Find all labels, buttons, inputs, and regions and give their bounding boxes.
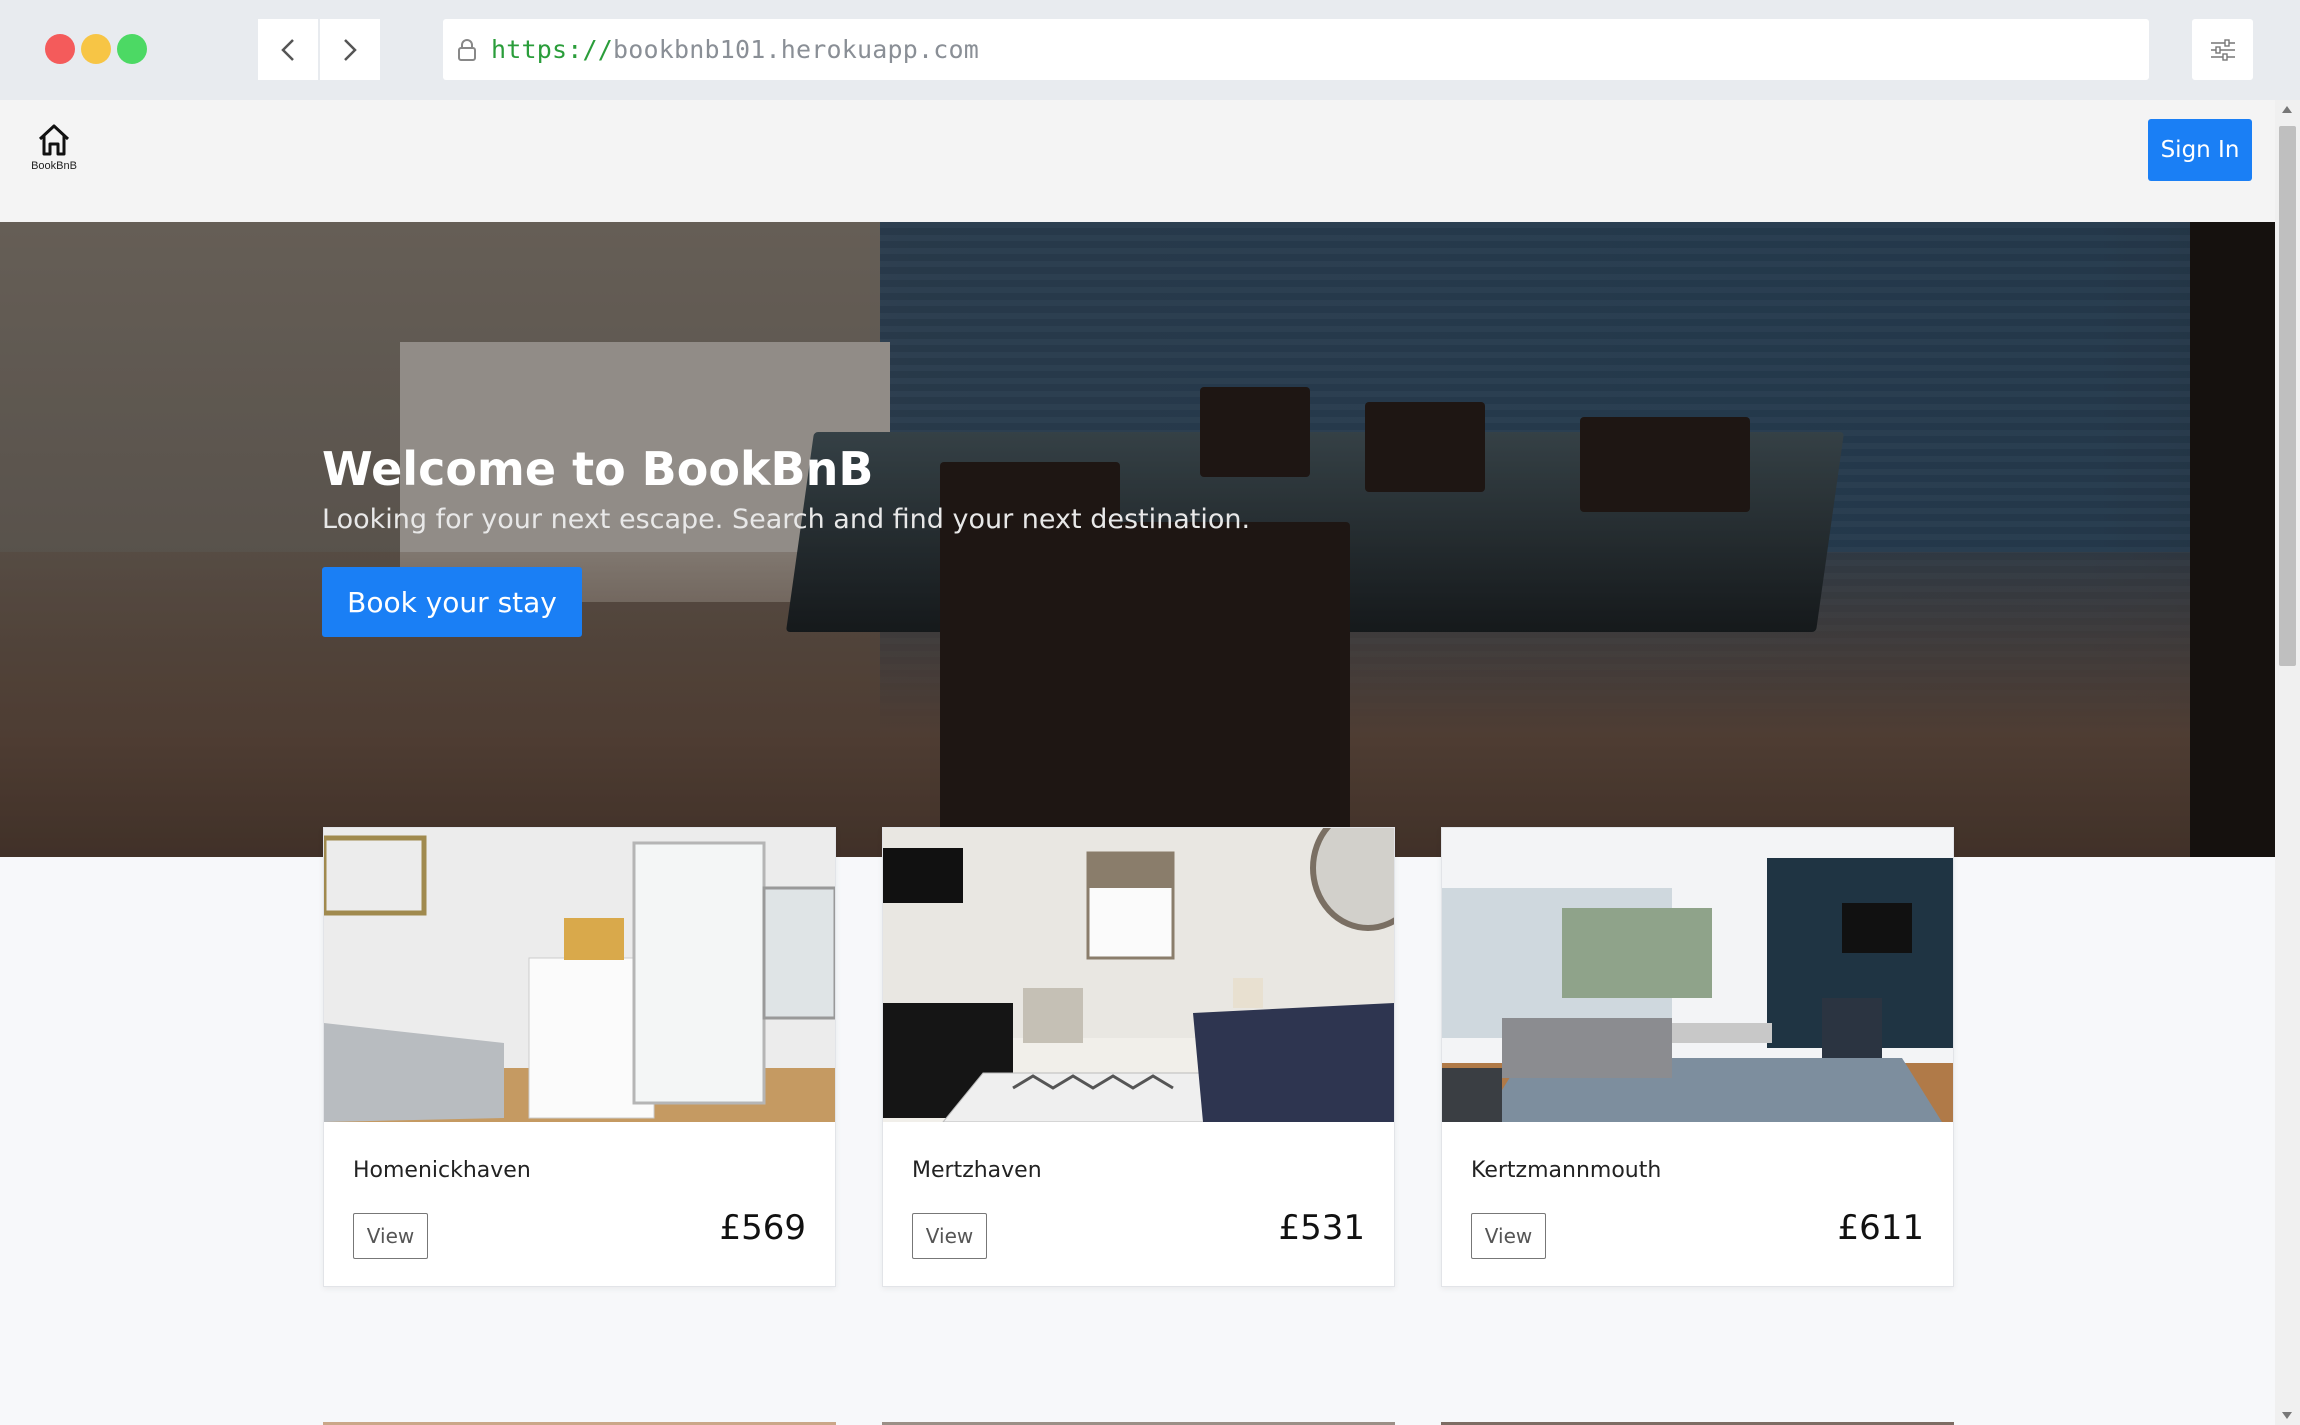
scrollbar-thumb[interactable] [2279,126,2296,666]
chevron-left-icon [281,38,294,61]
listing-name[interactable]: Kertzmannmouth [1471,1158,1661,1183]
hero-subtitle: Looking for your next escape. Search and… [322,504,1251,535]
site-header: BookBnB Sign In [0,100,2275,222]
scroll-down-arrow-icon[interactable] [2282,1412,2292,1419]
lock-icon [458,38,476,61]
book-your-stay-button[interactable]: Book your stay [322,567,582,637]
sign-in-button[interactable]: Sign In [2148,119,2252,181]
address-bar[interactable]: https://bookbnb101.herokuapp.com [443,19,2149,80]
logo[interactable]: BookBnB [28,122,80,178]
listing-card: Kertzmannmouth View £611 [1441,827,1954,1287]
hero-banner: Welcome to BookBnB Looking for your next… [0,222,2275,857]
listing-image[interactable] [324,828,835,1122]
minimize-window-button[interactable] [81,34,111,64]
listing-name[interactable]: Homenickhaven [353,1158,531,1183]
listing-image[interactable] [1442,828,1953,1122]
listing-card: Mertzhaven View £531 [882,827,1395,1287]
sliders-icon [2210,38,2235,61]
listing-card: Homenickhaven View £569 [323,827,836,1287]
home-icon [38,124,70,156]
view-listing-button[interactable]: View [1471,1213,1546,1259]
chevron-right-icon [344,38,357,61]
listing-name[interactable]: Mertzhaven [912,1158,1042,1183]
hero-title: Welcome to BookBnB [322,442,874,496]
view-listing-button[interactable]: View [353,1213,428,1259]
listing-price: £569 [719,1208,806,1248]
settings-button[interactable] [2192,19,2253,80]
view-listing-button[interactable]: View [912,1213,987,1259]
listing-price: £611 [1837,1208,1924,1248]
url-scheme: https:// [491,35,614,64]
maximize-window-button[interactable] [117,34,147,64]
page-scrollbar[interactable] [2275,100,2300,1425]
forward-button[interactable] [320,19,380,80]
listing-image[interactable] [883,828,1394,1122]
back-button[interactable] [258,19,318,80]
url-host: bookbnb101.herokuapp.com [613,35,980,64]
listing-price: £531 [1278,1208,1365,1248]
logo-text: BookBnB [31,160,77,172]
page-viewport: BookBnB Sign In Welcome to BookBnB Looki… [0,100,2275,1425]
scroll-up-arrow-icon[interactable] [2282,106,2292,113]
close-window-button[interactable] [45,34,75,64]
url-text: https://bookbnb101.herokuapp.com [491,35,979,64]
browser-chrome: https://bookbnb101.herokuapp.com [0,0,2300,100]
